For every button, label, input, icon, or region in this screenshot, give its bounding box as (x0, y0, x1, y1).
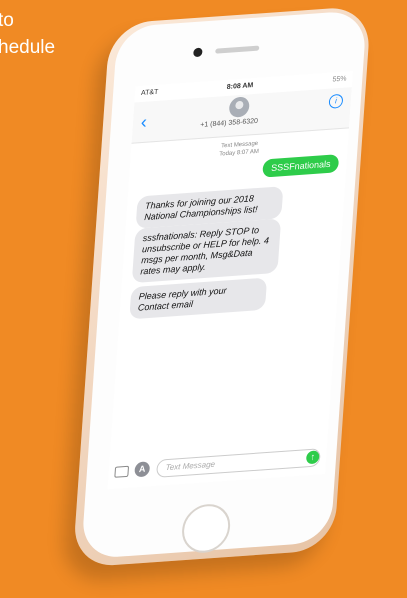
info-icon[interactable]: i (328, 93, 344, 109)
composer: A Text Message ↑ (112, 448, 323, 481)
carrier-label: AT&T (140, 88, 159, 98)
contact-number[interactable]: +1 (844) 358-6320 (200, 118, 258, 129)
home-button[interactable] (180, 502, 232, 555)
battery-label: 55% (332, 75, 347, 84)
avatar[interactable] (228, 96, 250, 118)
received-message-3: Please reply with your Contact email (129, 277, 268, 320)
camera-icon[interactable] (114, 465, 130, 478)
screen: AT&T 8:08 AM 55% ‹ +1 (844) 358-6320 i T… (107, 71, 353, 490)
appstore-icon[interactable]: A (134, 461, 151, 478)
sent-message: SSSFnationals (262, 154, 340, 178)
background-text-line2: hedule (0, 37, 56, 58)
status-time: 8:08 AM (226, 82, 254, 91)
speaker (215, 45, 260, 54)
front-camera (193, 47, 203, 58)
received-message-2: sssfnationals: Reply STOP to unsubscribe… (131, 218, 282, 284)
chevron-left-icon[interactable]: ‹ (140, 112, 147, 134)
phone-front: AT&T 8:08 AM 55% ‹ +1 (844) 358-6320 i T… (80, 9, 368, 560)
background-text-line1: to (0, 10, 14, 31)
phone: AT&T 8:08 AM 55% ‹ +1 (844) 358-6320 i T… (70, 3, 407, 598)
message-input[interactable]: Text Message (156, 448, 321, 478)
